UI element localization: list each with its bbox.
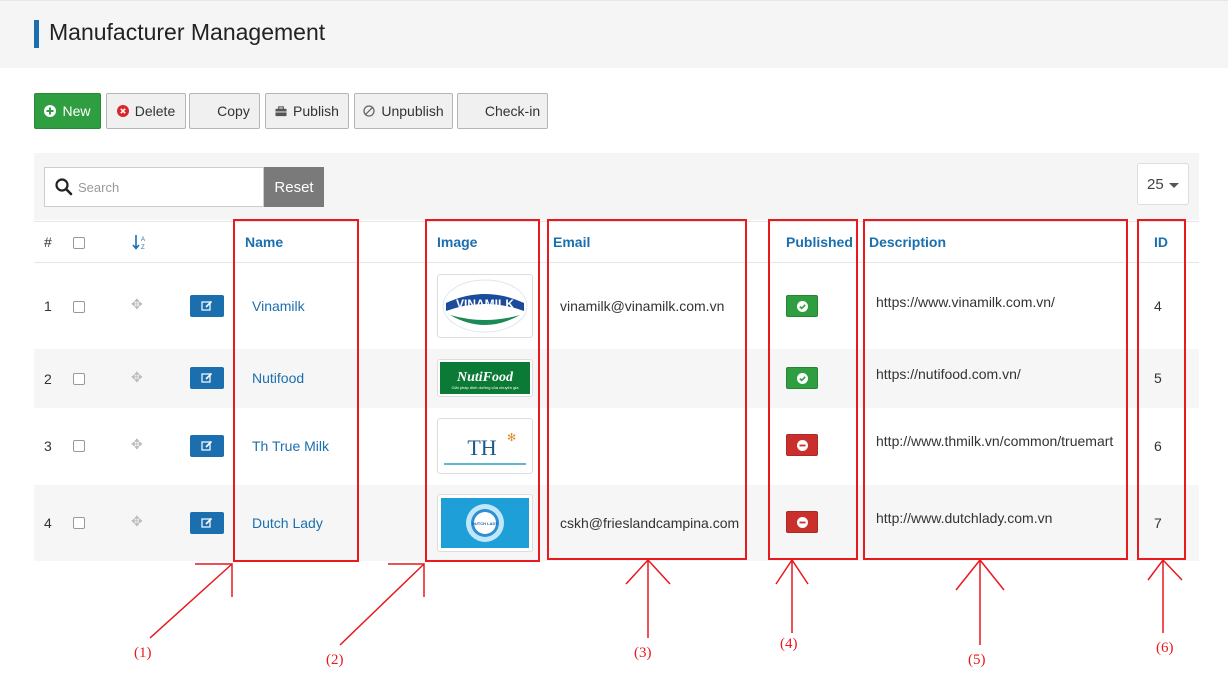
annotation-label-6: (6) bbox=[1156, 640, 1174, 656]
annotation-label-4: (4) bbox=[780, 636, 798, 652]
annotation-label-3: (3) bbox=[634, 645, 652, 661]
annotation-arrows bbox=[149, 558, 1183, 646]
annotation-label-1: (1) bbox=[134, 645, 152, 661]
annotation-label-2: (2) bbox=[326, 652, 344, 668]
annotation-label-5: (5) bbox=[968, 652, 986, 668]
